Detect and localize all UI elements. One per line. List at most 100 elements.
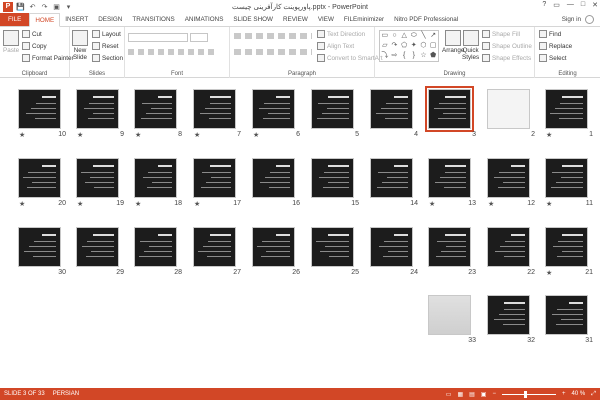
shape-gallery-item[interactable]: △ — [399, 31, 409, 41]
slide-thumbnail[interactable] — [428, 227, 471, 267]
shapes-gallery[interactable]: ▭ ○ △ ⬭ ╲ ↗ ▱ ↷ ⬠ ✦ ⬡ ▢ ⤵ ⇨{} ☆ ⬟ — [379, 30, 439, 62]
select-button[interactable]: Select — [539, 54, 567, 62]
replace-button[interactable]: Replace — [539, 42, 572, 50]
slide-thumbnail[interactable] — [76, 89, 119, 129]
sign-in-link[interactable]: Sign in — [562, 16, 581, 23]
shape-gallery-item[interactable]: ▱ — [380, 41, 390, 51]
undo-icon[interactable]: ↶ — [28, 2, 37, 11]
start-slideshow-icon[interactable]: ▣ — [52, 2, 61, 11]
ribbon-display-icon[interactable]: ▭ — [553, 1, 560, 9]
shape-gallery-item[interactable]: ⇨ — [390, 51, 400, 61]
zoom-slider[interactable] — [501, 390, 556, 398]
slide-thumbnail[interactable] — [487, 89, 530, 129]
font-size-combo[interactable] — [190, 33, 208, 42]
font-name-combo[interactable] — [128, 33, 188, 42]
tab-design[interactable]: DESIGN — [93, 13, 127, 26]
paragraph-format-buttons[interactable] — [234, 33, 312, 39]
slide-thumbnail[interactable] — [311, 158, 354, 198]
shape-gallery-item[interactable]: ▢ — [428, 41, 438, 51]
slide-thumbnail[interactable] — [487, 227, 530, 267]
zoom-out-icon[interactable]: − — [492, 391, 496, 397]
alignment-buttons[interactable] — [234, 49, 312, 55]
slide-thumbnail[interactable] — [311, 227, 354, 267]
format-painter-button[interactable]: Format Painter — [22, 54, 74, 62]
slide-thumbnail[interactable] — [18, 227, 61, 267]
slide-thumbnail[interactable] — [545, 227, 588, 267]
normal-view-icon[interactable]: ▭ — [446, 391, 452, 398]
shape-gallery-item[interactable]: ○ — [390, 31, 400, 41]
shape-gallery-item[interactable]: } — [409, 51, 419, 61]
tab-home[interactable]: HOME — [29, 13, 61, 27]
layout-button[interactable]: Layout — [92, 30, 121, 38]
slide-thumbnail[interactable] — [487, 158, 530, 198]
shape-gallery-item[interactable]: ↷ — [390, 41, 400, 51]
slide-thumbnail[interactable] — [193, 227, 236, 267]
slide-thumbnail[interactable] — [76, 227, 119, 267]
shape-gallery-item[interactable]: ⬟ — [428, 51, 438, 61]
slide-thumbnail[interactable] — [370, 158, 413, 198]
convert-smartart-button[interactable]: Convert to SmartArt — [317, 54, 383, 62]
language-indicator[interactable]: PERSIAN — [49, 391, 83, 397]
shape-gallery-item[interactable]: ⬭ — [409, 31, 419, 41]
slide-thumbnail[interactable] — [425, 86, 474, 132]
tab-view[interactable]: VIEW — [313, 13, 339, 26]
zoom-slider-knob[interactable] — [523, 390, 527, 398]
tab-review[interactable]: REVIEW — [278, 13, 313, 26]
slide-thumbnail[interactable] — [76, 158, 119, 198]
zoom-in-icon[interactable]: + — [562, 391, 566, 397]
tab-slide-show[interactable]: SLIDE SHOW — [228, 13, 278, 26]
slide-thumbnail[interactable] — [545, 89, 588, 129]
shape-outline-button[interactable]: Shape Outline — [482, 42, 532, 50]
slide-sorter-view-icon[interactable]: ▦ — [457, 391, 463, 398]
reset-button[interactable]: Reset — [92, 42, 118, 50]
maximize-icon[interactable]: □ — [581, 1, 585, 9]
font-format-buttons[interactable] — [128, 49, 218, 55]
quick-styles-button[interactable]: Quick Styles — [462, 30, 479, 61]
slide-thumbnail[interactable] — [18, 158, 61, 198]
slide-thumbnail[interactable] — [134, 89, 177, 129]
slide-thumbnail[interactable] — [18, 89, 61, 129]
shape-gallery-item[interactable]: ↗ — [428, 31, 438, 41]
shape-gallery-item[interactable]: { — [399, 51, 409, 61]
save-icon[interactable]: 💾 — [16, 2, 25, 11]
tab-animations[interactable]: ANIMATIONS — [180, 13, 229, 26]
paste-button[interactable]: Paste — [3, 30, 19, 54]
shape-gallery-item[interactable]: ⬡ — [419, 41, 429, 51]
redo-icon[interactable]: ↷ — [40, 2, 49, 11]
shape-gallery-item[interactable]: ☆ — [419, 51, 429, 61]
new-slide-button[interactable]: New Slide — [72, 30, 88, 61]
shape-effects-button[interactable]: Shape Effects — [482, 54, 531, 62]
help-icon[interactable]: ? — [542, 1, 546, 9]
slide-thumbnail[interactable] — [370, 89, 413, 129]
slide-thumbnail[interactable] — [370, 227, 413, 267]
shape-gallery-item[interactable]: ╲ — [419, 31, 429, 41]
slide-thumbnail[interactable] — [252, 227, 295, 267]
slide-thumbnail[interactable] — [487, 295, 530, 335]
tab-fileminimizer[interactable]: FILEminimizer — [339, 13, 389, 26]
slide-thumbnail[interactable] — [545, 158, 588, 198]
slide-thumbnail[interactable] — [134, 227, 177, 267]
avatar[interactable] — [585, 15, 594, 24]
slide-thumbnail[interactable] — [252, 89, 295, 129]
shape-fill-button[interactable]: Shape Fill — [482, 30, 520, 38]
tab-file[interactable]: FILE — [0, 13, 30, 26]
slide-thumbnail[interactable] — [428, 158, 471, 198]
shape-gallery-item[interactable]: ✦ — [409, 41, 419, 51]
customize-qat-icon[interactable]: ▾ — [64, 2, 73, 11]
slide-thumbnail[interactable] — [134, 158, 177, 198]
shape-gallery-item[interactable]: ▭ — [380, 31, 390, 41]
tab-transitions[interactable]: TRANSITIONS — [127, 13, 179, 26]
slide-thumbnail[interactable] — [311, 89, 354, 129]
find-button[interactable]: Find — [539, 30, 561, 38]
zoom-level[interactable]: 40 % — [572, 391, 586, 397]
text-direction-button[interactable]: Text Direction — [317, 30, 365, 38]
slide-thumbnail[interactable] — [193, 158, 236, 198]
slide-thumbnail[interactable] — [252, 158, 295, 198]
shape-gallery-item[interactable]: ⤵ — [380, 51, 390, 61]
shape-gallery-item[interactable]: ⬠ — [399, 41, 409, 51]
minimize-icon[interactable]: — — [567, 1, 574, 9]
tab-insert[interactable]: INSERT — [60, 13, 93, 26]
slideshow-view-icon[interactable]: ▣ — [481, 391, 487, 398]
close-icon[interactable]: ✕ — [592, 1, 598, 9]
slide-thumbnail[interactable] — [193, 89, 236, 129]
